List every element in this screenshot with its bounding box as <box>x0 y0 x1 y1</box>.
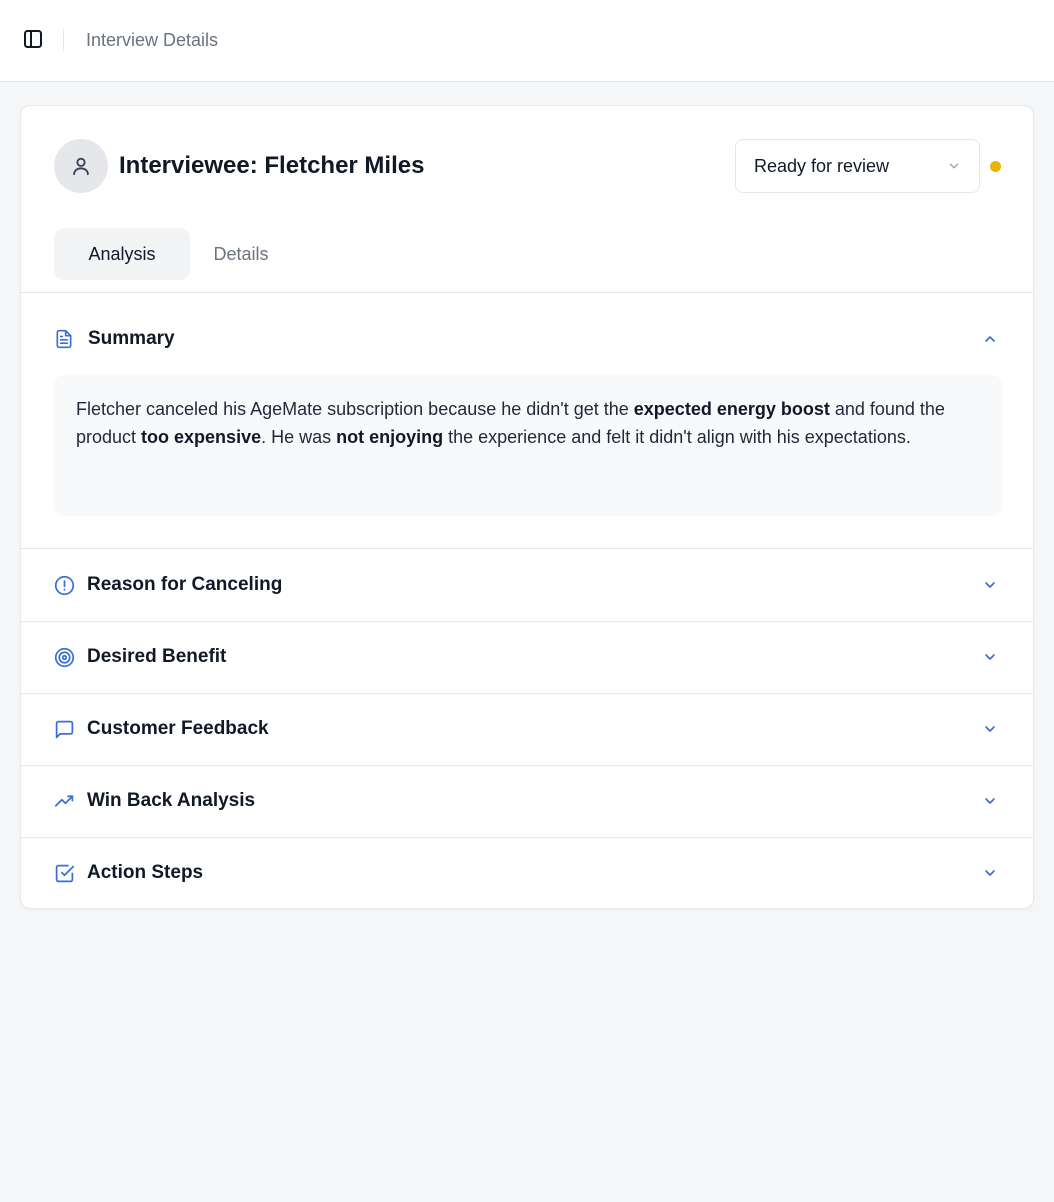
summary-emphasis: not enjoying <box>336 426 444 447</box>
section-title: Desired Benefit <box>87 646 227 667</box>
section-win-back-analysis[interactable]: Win Back Analysis <box>21 765 1033 837</box>
message-square-icon <box>53 718 75 740</box>
section-summary-header[interactable]: Summary <box>21 303 1033 375</box>
chevron-down-icon <box>985 870 995 876</box>
section-title: Reason for Canceling <box>87 574 283 595</box>
breadcrumb: Interview Details <box>86 30 219 50</box>
chevron-down-icon <box>985 654 995 660</box>
alert-circle-icon <box>53 574 75 596</box>
section-desired-benefit[interactable]: Desired Benefit <box>21 621 1033 693</box>
user-icon <box>73 157 89 176</box>
chevron-down-icon <box>985 582 995 588</box>
divider <box>21 292 1033 293</box>
section-title: Action Steps <box>87 862 204 883</box>
section-title: Win Back Analysis <box>87 790 256 811</box>
section-reason-for-canceling[interactable]: Reason for Canceling <box>21 549 1033 621</box>
status-indicator-dot <box>990 161 1001 172</box>
chevron-down-icon <box>985 798 995 804</box>
file-text-icon <box>53 328 75 350</box>
trending-up-icon <box>53 790 75 812</box>
section-title: Customer Feedback <box>87 718 269 739</box>
status-select[interactable]: Ready for review <box>735 139 980 193</box>
summary-text-segment: Fletcher canceled his AgeMate subscripti… <box>76 399 634 419</box>
check-square-icon <box>53 862 75 884</box>
top-bar: Interview Details <box>0 0 1054 82</box>
section-title: Summary <box>88 328 175 349</box>
avatar <box>54 139 108 193</box>
chevron-down-icon <box>985 726 995 732</box>
summary-text-segment: the experience and felt it didn't align … <box>443 426 911 447</box>
summary-emphasis: expected energy boost <box>633 399 830 419</box>
section-customer-feedback[interactable]: Customer Feedback <box>21 693 1033 765</box>
tab-analysis[interactable]: Analysis <box>54 228 190 280</box>
summary-text: Fletcher canceled his AgeMate subscripti… <box>54 375 1002 516</box>
status-select-value: Ready for review <box>754 155 890 176</box>
topbar-divider <box>63 29 64 51</box>
summary-text-segment: . He was <box>261 426 337 447</box>
chevron-down-icon <box>949 163 959 169</box>
summary-emphasis: too expensive <box>141 426 262 447</box>
sidebar-toggle-icon[interactable] <box>22 28 44 50</box>
target-icon <box>53 646 75 668</box>
section-action-steps[interactable]: Action Steps <box>21 837 1033 909</box>
interviewee-title: Interviewee: Fletcher Miles <box>119 152 425 179</box>
chevron-up-icon <box>985 336 995 342</box>
interview-card: Interviewee: Fletcher Miles Ready for re… <box>20 105 1034 909</box>
tab-details[interactable]: Details <box>195 228 287 280</box>
